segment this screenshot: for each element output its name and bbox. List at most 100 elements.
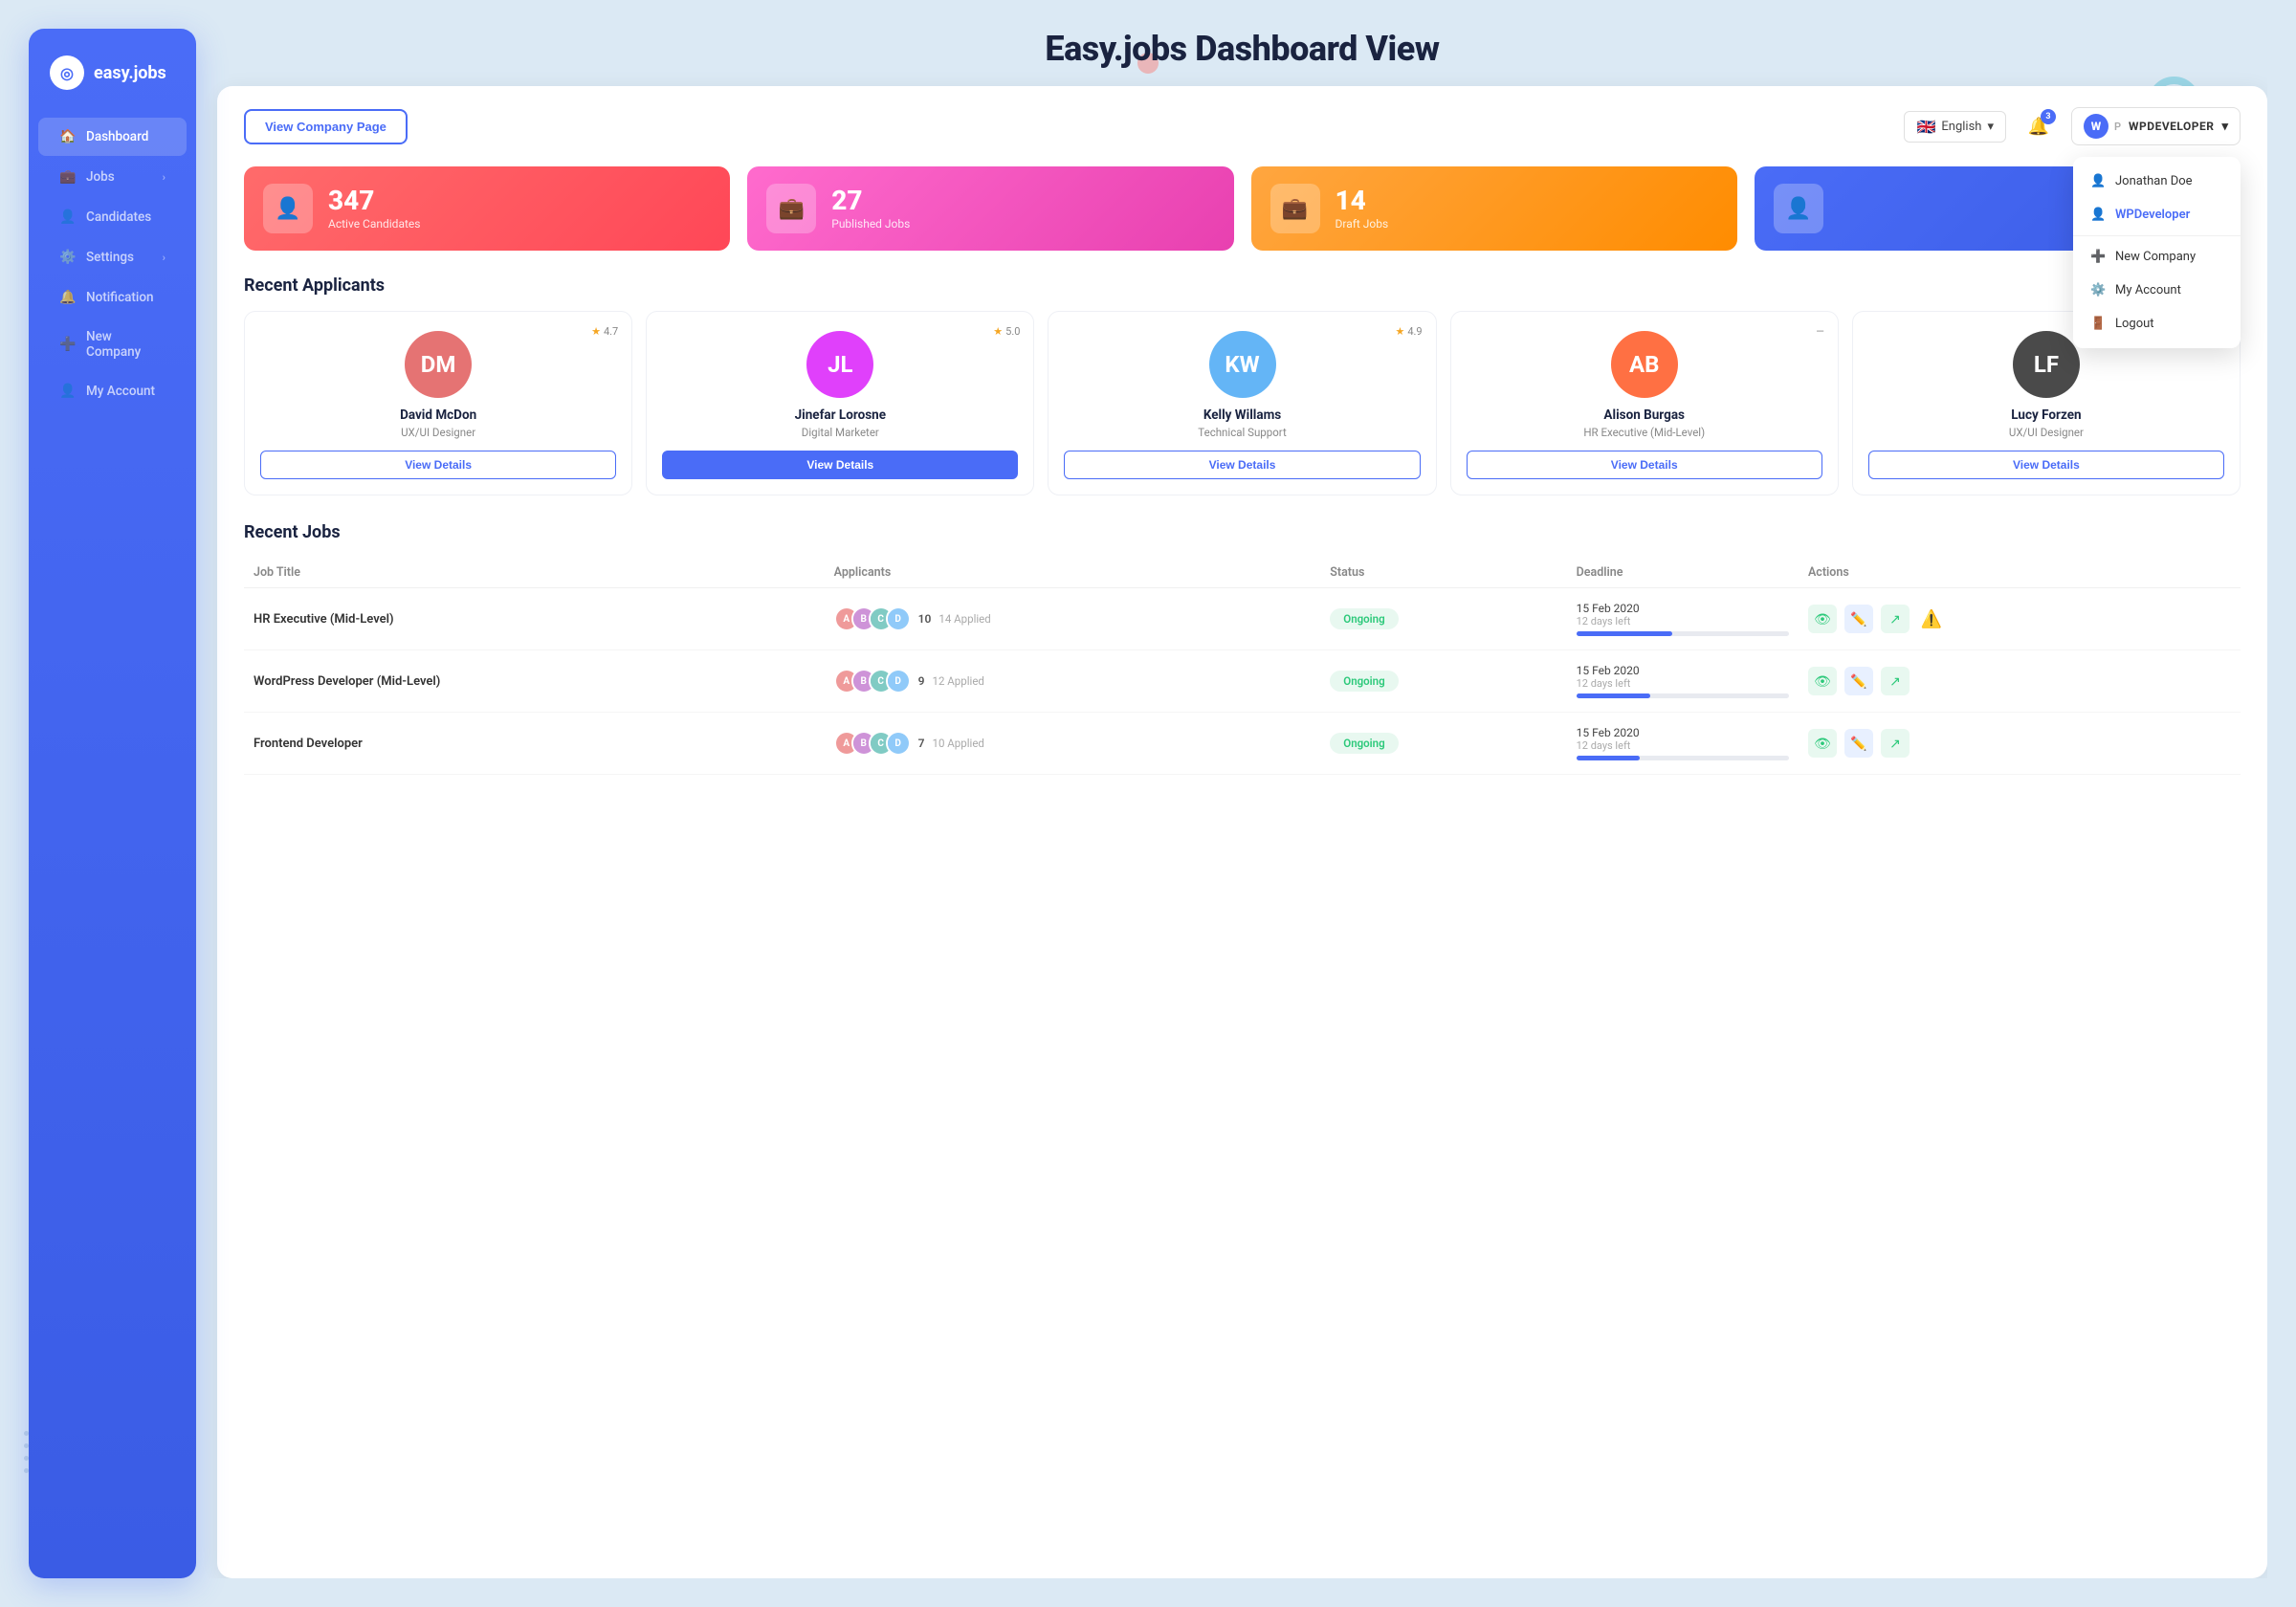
- status-badge: Ongoing: [1330, 733, 1398, 754]
- deadline-days: 12 days left: [1577, 677, 1789, 690]
- logo-icon: ◎: [50, 55, 84, 90]
- applicant-rating-alison: —: [1816, 325, 1824, 338]
- view-details-button-lucy[interactable]: View Details: [1868, 451, 2224, 479]
- table-row: HR Executive (Mid-Level) A B C D 10: [244, 588, 2241, 650]
- chevron-down-icon: ▾: [2221, 120, 2228, 134]
- view-details-button-david[interactable]: View Details: [260, 451, 616, 479]
- col-status: Status: [1320, 558, 1566, 588]
- view-action-button[interactable]: 👁: [1808, 605, 1837, 633]
- applicants-grid: ★ 4.7 DM David McDon UX/UI Designer View…: [244, 311, 2241, 495]
- stat-card-candidates: 👤 347 Active Candidates: [244, 166, 730, 251]
- status-badge: Ongoing: [1330, 608, 1398, 629]
- jobs-icon: 💼: [59, 168, 77, 186]
- applicant-name-alison: Alison Burgas: [1467, 407, 1822, 423]
- stat-number-candidates: 347: [328, 187, 420, 216]
- share-action-button[interactable]: ↗: [1881, 605, 1910, 633]
- progress-fill: [1577, 693, 1651, 698]
- sidebar-item-dashboard[interactable]: 🏠 Dashboard: [38, 118, 187, 156]
- sidebar-item-new-company[interactable]: ➕ New Company: [38, 319, 187, 370]
- dropdown-item-my-account[interactable]: ⚙️ My Account: [2073, 274, 2241, 307]
- share-action-button[interactable]: ↗: [1881, 729, 1910, 758]
- deadline-cell: 15 Feb 2020 12 days left: [1567, 650, 1799, 713]
- applicant-role-lucy: UX/UI Designer: [1868, 426, 2224, 439]
- wp-logo: W P: [2084, 114, 2121, 139]
- avatar-placeholder: JL: [806, 331, 873, 398]
- warning-icon: ⚠️: [1917, 605, 1946, 633]
- view-action-button[interactable]: 👁: [1808, 667, 1837, 695]
- applicant-count: 7: [918, 737, 925, 750]
- applicant-name-kelly: Kelly Willams: [1064, 407, 1420, 423]
- view-action-button[interactable]: 👁: [1808, 729, 1837, 758]
- col-deadline: Deadline: [1567, 558, 1799, 588]
- edit-action-button[interactable]: ✏️: [1844, 605, 1873, 633]
- sidebar-item-label: Dashboard: [86, 129, 148, 144]
- dropdown-item-wpdeveloper[interactable]: 👤 WPDeveloper: [2073, 198, 2241, 231]
- applicant-card-alison: — AB Alison Burgas HR Executive (Mid-Lev…: [1450, 311, 1839, 495]
- sidebar-item-jobs[interactable]: 💼 Jobs ›: [38, 158, 187, 196]
- col-actions: Actions: [1799, 558, 2241, 588]
- progress-fill: [1577, 756, 1641, 760]
- actions-cell: 👁 ✏️ ↗: [1799, 650, 2241, 713]
- applicant-role-kelly: Technical Support: [1064, 426, 1420, 439]
- chevron-down-icon: ▾: [1987, 120, 1994, 134]
- draft-stat-icon: 💼: [1270, 184, 1320, 233]
- applicant-count: 10: [918, 612, 932, 626]
- sidebar-item-label: Jobs: [86, 169, 115, 185]
- applicant-avatar-david: DM: [405, 331, 472, 398]
- sidebar-item-settings[interactable]: ⚙️ Settings ›: [38, 238, 187, 276]
- recent-jobs-title: Recent Jobs: [244, 522, 2241, 542]
- top-bar: View Company Page 🇬🇧 English ▾ 🔔 3 W: [244, 107, 2241, 145]
- account-dropdown-trigger[interactable]: W P WPDEVELOPER ▾: [2071, 107, 2241, 145]
- settings-icon: ⚙️: [59, 249, 77, 266]
- logout-icon: 🚪: [2090, 317, 2106, 331]
- sidebar-item-my-account[interactable]: 👤 My Account: [38, 372, 187, 410]
- plus-icon: ➕: [59, 336, 77, 353]
- dropdown-item-logout[interactable]: 🚪 Logout: [2073, 307, 2241, 341]
- dropdown-item-label: Logout: [2115, 317, 2154, 331]
- progress-bar: [1577, 631, 1789, 636]
- deadline-cell: 15 Feb 2020 12 days left: [1567, 713, 1799, 775]
- progress-bar: [1577, 693, 1789, 698]
- applicant-name-david: David McDon: [260, 407, 616, 423]
- sidebar-item-candidates[interactable]: 👤 Candidates: [38, 198, 187, 236]
- applicant-card-kelly: ★ 4.9 KW Kelly Willams Technical Support…: [1048, 311, 1436, 495]
- main-content: Easy.jobs Dashboard View View Company Pa…: [196, 29, 2267, 1578]
- sidebar-item-notification[interactable]: 🔔 Notification: [38, 278, 187, 317]
- avatar-placeholder: KW: [1209, 331, 1276, 398]
- share-action-button[interactable]: ↗: [1881, 667, 1910, 695]
- language-selector[interactable]: 🇬🇧 English ▾: [1904, 111, 2006, 143]
- applicant-avatar-jinefar: JL: [806, 331, 873, 398]
- applicants-cell: A B C D 9 12 Applied: [825, 650, 1321, 713]
- applied-text: 10 Applied: [933, 737, 984, 750]
- chevron-right-icon: ›: [163, 171, 166, 184]
- edit-action-button[interactable]: ✏️: [1844, 729, 1873, 758]
- recent-applicants-title: Recent Applicants: [244, 275, 2241, 296]
- view-details-button-alison[interactable]: View Details: [1467, 451, 1822, 479]
- edit-action-button[interactable]: ✏️: [1844, 667, 1873, 695]
- applicant-role-david: UX/UI Designer: [260, 426, 616, 439]
- actions-cell: 👁 ✏️ ↗: [1799, 713, 2241, 775]
- sidebar-logo: ◎ easy.jobs: [29, 55, 196, 117]
- avatar-mini: D: [886, 731, 911, 756]
- dashboard-card: View Company Page 🇬🇧 English ▾ 🔔 3 W: [217, 86, 2267, 1578]
- applicant-rating-david: ★ 4.7: [591, 325, 618, 338]
- progress-fill: [1577, 631, 1672, 636]
- view-company-button[interactable]: View Company Page: [244, 109, 408, 144]
- dropdown-item-new-company[interactable]: ➕ New Company: [2073, 240, 2241, 274]
- sidebar-item-label: Candidates: [86, 209, 151, 225]
- deadline-date: 15 Feb 2020: [1577, 664, 1789, 677]
- deadline-date: 15 Feb 2020: [1577, 726, 1789, 739]
- language-label: English: [1941, 120, 1981, 134]
- dropdown-item-jonathan[interactable]: 👤 Jonathan Doe: [2073, 165, 2241, 198]
- deadline-cell: 15 Feb 2020 12 days left: [1567, 588, 1799, 650]
- avatar-mini: D: [886, 606, 911, 631]
- notification-button[interactable]: 🔔 3: [2021, 109, 2056, 143]
- flag-icon: 🇬🇧: [1916, 118, 1935, 136]
- status-cell: Ongoing: [1320, 588, 1566, 650]
- view-details-button-kelly[interactable]: View Details: [1064, 451, 1420, 479]
- view-details-button-jinefar[interactable]: View Details: [662, 451, 1018, 479]
- applicants-cell: A B C D 7 10 Applied: [825, 713, 1321, 775]
- dropdown-item-label: Jonathan Doe: [2115, 174, 2193, 188]
- deadline-days: 12 days left: [1577, 739, 1789, 752]
- stat-info-draft: 14 Draft Jobs: [1336, 187, 1389, 231]
